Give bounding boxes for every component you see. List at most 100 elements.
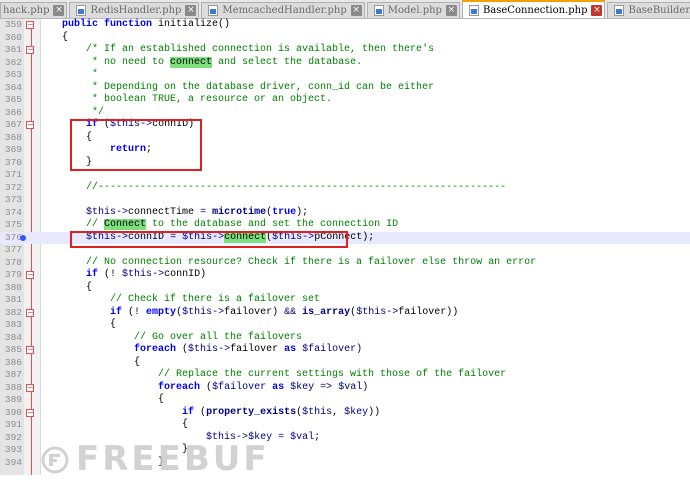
code-line[interactable]: 378 // No connection resource? Check if … bbox=[0, 257, 690, 270]
code-line[interactable]: 382− if (! empty($this->failover) && is_… bbox=[0, 307, 690, 320]
code-line[interactable]: 373 bbox=[0, 194, 690, 207]
file-saved-icon bbox=[614, 5, 625, 16]
code-token: is_array bbox=[302, 306, 351, 318]
code-line[interactable]: 384 // Go over all the failovers bbox=[0, 332, 690, 345]
code-line[interactable]: 374 $this->connectTime = microtime(true)… bbox=[0, 207, 690, 220]
line-number: 375 bbox=[4, 219, 22, 230]
code-token: $this bbox=[356, 306, 387, 318]
line-number: 360 bbox=[4, 31, 22, 43]
code-line[interactable]: 360 { bbox=[0, 32, 690, 45]
code-line[interactable]: 372 //----------------------------------… bbox=[0, 182, 690, 195]
code-line[interactable]: 361− /* If an established connection is … bbox=[0, 44, 690, 57]
code-token: true bbox=[272, 206, 297, 218]
code-text: if (! $this->connID) bbox=[38, 269, 206, 282]
code-editor[interactable]: 359− public function initialize() 360 {36… bbox=[0, 19, 690, 479]
code-line[interactable]: 385− foreach ($this->failover as $failov… bbox=[0, 344, 690, 357]
line-number: 364 bbox=[4, 81, 22, 93]
watermark: FREEBUF bbox=[40, 439, 270, 479]
code-token: ( bbox=[194, 406, 207, 418]
file-saved-icon bbox=[208, 5, 219, 16]
code-token: // No connection resource? Check if ther… bbox=[38, 256, 537, 268]
line-number: 388 bbox=[4, 381, 22, 393]
code-line[interactable]: 387 // Replace the current settings with… bbox=[0, 369, 690, 382]
tab-label: BaseBuilder.php bbox=[628, 5, 690, 16]
code-text: public function initialize() bbox=[38, 19, 230, 32]
code-text: // Go over all the failovers bbox=[38, 332, 302, 345]
annotation-box-connect-call bbox=[70, 231, 348, 248]
fold-toggle-icon[interactable]: − bbox=[26, 383, 34, 392]
code-text: * Depending on the database driver, conn… bbox=[38, 82, 434, 95]
fold-toggle-icon[interactable]: − bbox=[26, 46, 34, 54]
code-text: // No connection resource? Check if ther… bbox=[38, 257, 536, 270]
code-token: $failover bbox=[212, 381, 267, 393]
code-token: (! bbox=[122, 306, 147, 318]
bookmark-icon[interactable] bbox=[20, 234, 26, 241]
close-icon[interactable]: × bbox=[591, 4, 603, 16]
code-token: as bbox=[284, 344, 297, 355]
code-token: if bbox=[182, 406, 195, 418]
fold-toggle-icon[interactable]: − bbox=[26, 308, 34, 317]
code-line[interactable]: 365 * boolean TRUE, a resource or an obj… bbox=[0, 94, 690, 107]
line-number: 365 bbox=[4, 94, 22, 105]
close-icon[interactable]: × bbox=[445, 5, 457, 16]
code-line[interactable]: 364 * Depending on the database driver, … bbox=[0, 82, 690, 95]
line-number: 387 bbox=[4, 369, 22, 380]
code-line[interactable]: 379− if (! $this->connID) bbox=[0, 269, 690, 282]
code-token: $val bbox=[290, 431, 315, 443]
code-line[interactable]: 389 { bbox=[0, 394, 690, 407]
code-line[interactable]: 363 * bbox=[0, 69, 690, 82]
line-number: 366 bbox=[4, 106, 22, 118]
code-text: if (! empty($this->failover) && is_array… bbox=[38, 307, 458, 320]
line-number: 390 bbox=[4, 406, 22, 418]
code-line[interactable]: 359− public function initialize() bbox=[0, 19, 690, 32]
line-number: 363 bbox=[4, 69, 22, 80]
tab-redishandler-php[interactable]: RedisHandler.php × bbox=[69, 2, 200, 18]
code-line[interactable]: 383 { bbox=[0, 319, 690, 332]
tab-basebuilder-php[interactable]: BaseBuilder.php× bbox=[607, 2, 690, 18]
line-number: 367 bbox=[4, 119, 22, 130]
code-token: foreach bbox=[158, 381, 201, 393]
line-number: 374 bbox=[4, 206, 22, 218]
code-line[interactable]: 390− if (property_exists($this, $key)) bbox=[0, 407, 690, 420]
line-number: 377 bbox=[4, 244, 22, 255]
code-line[interactable]: 362 * no need to connect and select the … bbox=[0, 56, 690, 70]
code-line[interactable]: 388− foreach ($failover as $key => $val) bbox=[0, 382, 690, 395]
tab-model-php[interactable]: Model.php × bbox=[366, 2, 460, 18]
fold-toggle-icon[interactable]: − bbox=[26, 271, 34, 279]
code-text: // Replace the current settings with tho… bbox=[38, 369, 506, 382]
tab-hack-php[interactable]: hack.php × bbox=[0, 2, 68, 18]
fold-toggle-icon[interactable]: − bbox=[26, 346, 34, 354]
annotation-box-if-connid bbox=[70, 119, 202, 171]
line-number: 369 bbox=[4, 144, 22, 155]
close-icon[interactable]: × bbox=[53, 5, 65, 16]
code-line[interactable]: 366 */ bbox=[0, 107, 690, 120]
code-line[interactable]: 381 // Check if there is a failover set bbox=[0, 294, 690, 307]
code-token: )) bbox=[368, 406, 381, 418]
code-token: initialize() bbox=[152, 19, 231, 30]
line-number: 382 bbox=[4, 306, 22, 318]
tab-label: Model.php bbox=[387, 5, 442, 16]
close-icon[interactable]: × bbox=[185, 5, 197, 16]
fold-toggle-icon[interactable]: − bbox=[26, 121, 34, 129]
close-icon[interactable]: × bbox=[350, 5, 362, 16]
code-line[interactable]: 375 // Connect to the database and set t… bbox=[0, 219, 690, 232]
tab-memcachedhandler-php[interactable]: MemcachedHandler.php × bbox=[201, 2, 365, 18]
code-line[interactable]: 391 { bbox=[0, 419, 690, 432]
code-text: { bbox=[38, 282, 92, 295]
code-text: * bbox=[38, 69, 98, 82]
code-token: { bbox=[38, 394, 165, 405]
code-line[interactable]: 380 { bbox=[0, 282, 690, 295]
fold-toggle-icon[interactable]: − bbox=[26, 408, 34, 417]
code-token: -> bbox=[212, 306, 225, 318]
file-saved-icon bbox=[76, 5, 87, 16]
fold-toggle-icon[interactable]: − bbox=[26, 21, 34, 29]
code-token: as bbox=[272, 381, 285, 393]
code-line[interactable]: 386 { bbox=[0, 357, 690, 370]
search-match: connect bbox=[170, 56, 213, 68]
code-token: * no need to bbox=[38, 56, 171, 68]
code-token: empty bbox=[146, 306, 177, 318]
code-token: { bbox=[38, 319, 117, 330]
file-saved-icon bbox=[468, 4, 479, 16]
tab-label: BaseConnection.php bbox=[482, 4, 588, 16]
tab-baseconnection-php[interactable]: BaseConnection.php × bbox=[461, 0, 606, 18]
